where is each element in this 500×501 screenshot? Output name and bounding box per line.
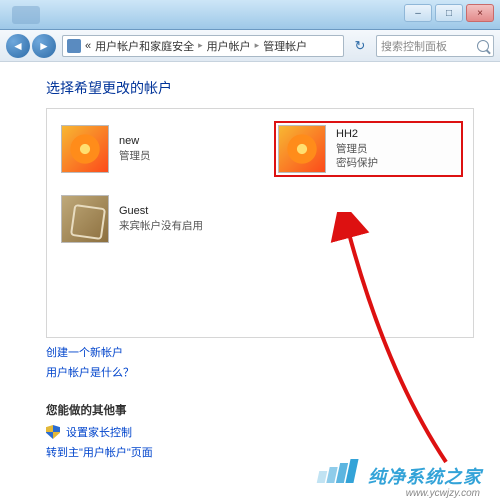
create-account-link[interactable]: 创建一个新帐户: [46, 344, 474, 360]
control-panel-icon: [67, 39, 81, 53]
brand-url: www.ycwjzy.com: [406, 488, 480, 499]
other-actions: 您能做的其他事 设置家长控制 转到主"用户帐户"页面: [46, 402, 474, 460]
avatar: [61, 195, 109, 243]
search-input[interactable]: 搜索控制面板: [376, 35, 494, 57]
chevron-right-icon: ▸: [255, 40, 260, 51]
search-placeholder: 搜索控制面板: [381, 38, 447, 54]
avatar: [61, 125, 109, 173]
nav-forward-button[interactable]: ►: [32, 34, 56, 58]
breadcrumb-item[interactable]: 用户帐户和家庭安全: [95, 38, 194, 54]
refresh-button[interactable]: ↻: [350, 36, 370, 56]
window-titlebar: – □ ×: [0, 0, 500, 30]
panel-links: 创建一个新帐户 用户帐户是什么？: [46, 344, 474, 380]
accounts-panel: new 管理员 HH2 管理员 密码保护 Guest 来宾帐户没有启用: [46, 108, 474, 338]
account-status: 来宾帐户没有启用: [119, 219, 203, 233]
account-name: HH2: [336, 127, 378, 142]
parental-controls-link[interactable]: 设置家长控制: [46, 424, 474, 440]
avatar: [278, 125, 326, 173]
account-item-new[interactable]: new 管理员: [57, 121, 246, 177]
account-name: new: [119, 134, 151, 149]
goto-main-label: 转到主"用户帐户"页面: [46, 444, 153, 460]
account-password-status: 密码保护: [336, 156, 378, 170]
breadcrumb-item[interactable]: 用户帐户: [207, 38, 251, 54]
account-name: Guest: [119, 204, 203, 219]
account-role: 管理员: [119, 149, 151, 163]
page-title: 选择希望更改的帐户: [46, 78, 474, 98]
account-item-hh2[interactable]: HH2 管理员 密码保护: [274, 121, 463, 177]
account-item-guest[interactable]: Guest 来宾帐户没有启用: [57, 191, 247, 247]
other-actions-heading: 您能做的其他事: [46, 402, 474, 418]
account-role: 管理员: [336, 142, 378, 156]
watermark: 纯净系统之家: [0, 461, 500, 491]
breadcrumb-item[interactable]: «: [85, 40, 91, 52]
brand-logo-icon: [318, 461, 358, 491]
breadcrumb[interactable]: « 用户帐户和家庭安全 ▸ 用户帐户 ▸ 管理帐户: [62, 35, 344, 57]
goto-main-accounts-link[interactable]: 转到主"用户帐户"页面: [46, 444, 474, 460]
address-toolbar: ◄ ► « 用户帐户和家庭安全 ▸ 用户帐户 ▸ 管理帐户 ↻ 搜索控制面板: [0, 30, 500, 62]
content-area: 选择希望更改的帐户 new 管理员 HH2 管理员 密码保护: [0, 62, 500, 453]
minimize-button[interactable]: –: [404, 4, 432, 22]
maximize-button[interactable]: □: [435, 4, 463, 22]
shield-icon: [46, 425, 60, 439]
what-is-account-link[interactable]: 用户帐户是什么？: [46, 364, 474, 380]
close-button[interactable]: ×: [466, 4, 494, 22]
parental-controls-label: 设置家长控制: [66, 424, 132, 440]
chevron-right-icon: ▸: [198, 40, 203, 51]
nav-back-button[interactable]: ◄: [6, 34, 30, 58]
breadcrumb-item[interactable]: 管理帐户: [263, 38, 307, 54]
brand-name: 纯净系统之家: [368, 463, 482, 489]
search-icon: [477, 40, 489, 52]
